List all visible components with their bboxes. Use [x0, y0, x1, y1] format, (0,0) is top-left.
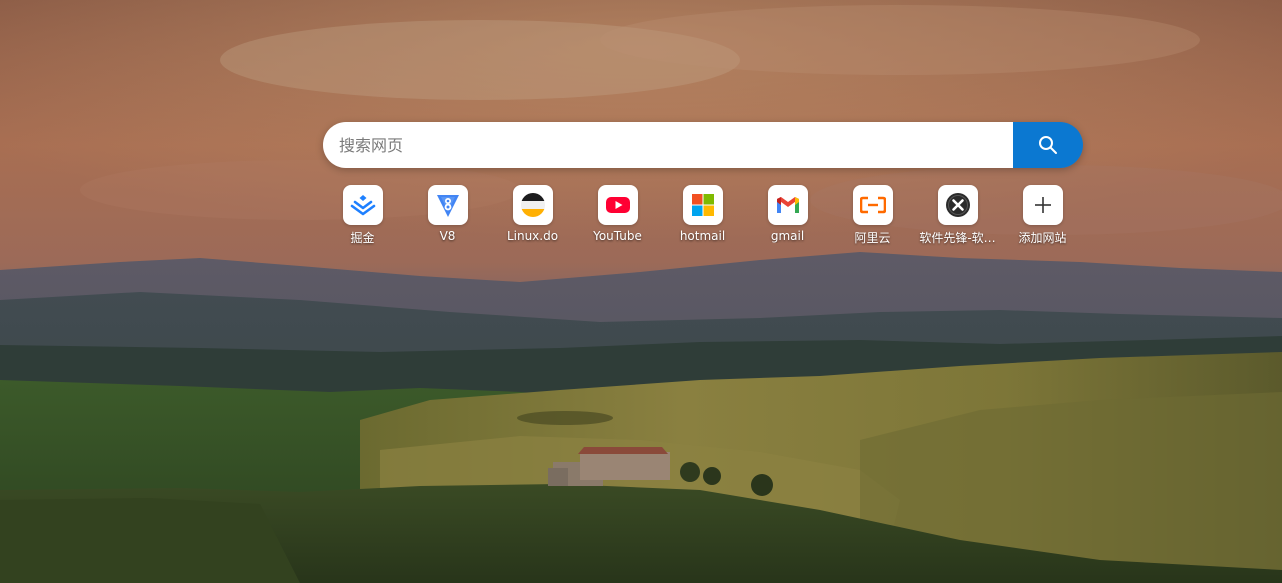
shortcut-label: 添加网站 [1018, 231, 1067, 245]
shortcut-label: Linux.do [506, 229, 559, 243]
shortcut-icon-tile [1022, 185, 1063, 225]
juejin-icon [350, 195, 375, 216]
shortcut-icon-tile [937, 185, 978, 225]
shortcut-gmail[interactable]: gmail [745, 185, 830, 246]
shortcut-youtube[interactable]: YouTube [575, 185, 660, 246]
shortcut-icon-tile [427, 185, 468, 225]
search-icon [1039, 136, 1057, 154]
shortcut-label: gmail [770, 229, 805, 243]
search-input[interactable] [323, 122, 1013, 168]
shortcut-label: 阿里云 [854, 231, 891, 245]
youtube-icon [605, 197, 630, 213]
shortcut-icon-tile [597, 185, 638, 225]
software-pioneer-icon [945, 193, 970, 217]
search-bar [323, 122, 1083, 168]
wallpaper-landscape [0, 0, 1282, 583]
shortcut-label: YouTube [593, 229, 642, 243]
shortcut-v8[interactable]: V8 [405, 185, 490, 246]
plus-icon [1034, 197, 1051, 213]
aliyun-icon [859, 196, 886, 214]
shortcut-icon-tile [342, 185, 383, 225]
microsoft-icon [691, 194, 714, 216]
shortcut-juejin[interactable]: 掘金 [320, 185, 405, 246]
shortcut-aliyun[interactable]: 阿里云 [830, 185, 915, 246]
shortcut-label: 软件先锋-软… [919, 231, 996, 245]
shortcut-icon-tile [852, 185, 893, 225]
shortcut-linuxdo[interactable]: Linux.do [490, 185, 575, 246]
shortcut-icon-tile [512, 185, 553, 225]
add-site-button[interactable]: 添加网站 [1000, 185, 1085, 246]
shortcut-software-pioneer[interactable]: 软件先锋-软… [915, 185, 1000, 246]
shortcut-label: hotmail [679, 229, 726, 243]
shortcut-label: 掘金 [350, 231, 375, 245]
search-button[interactable] [1013, 122, 1083, 168]
shortcut-icon-tile [767, 185, 808, 225]
linuxdo-icon [520, 193, 545, 217]
shortcut-label: V8 [439, 229, 456, 243]
shortcut-list: 掘金 V8 Linux.do YouTube hotmail gmail 阿里云… [320, 185, 1085, 246]
shortcut-hotmail[interactable]: hotmail [660, 185, 745, 246]
new-tab-page: 掘金 V8 [0, 0, 1282, 583]
shortcut-icon-tile [682, 185, 723, 225]
gmail-icon [776, 197, 799, 213]
v8-icon [436, 195, 459, 217]
